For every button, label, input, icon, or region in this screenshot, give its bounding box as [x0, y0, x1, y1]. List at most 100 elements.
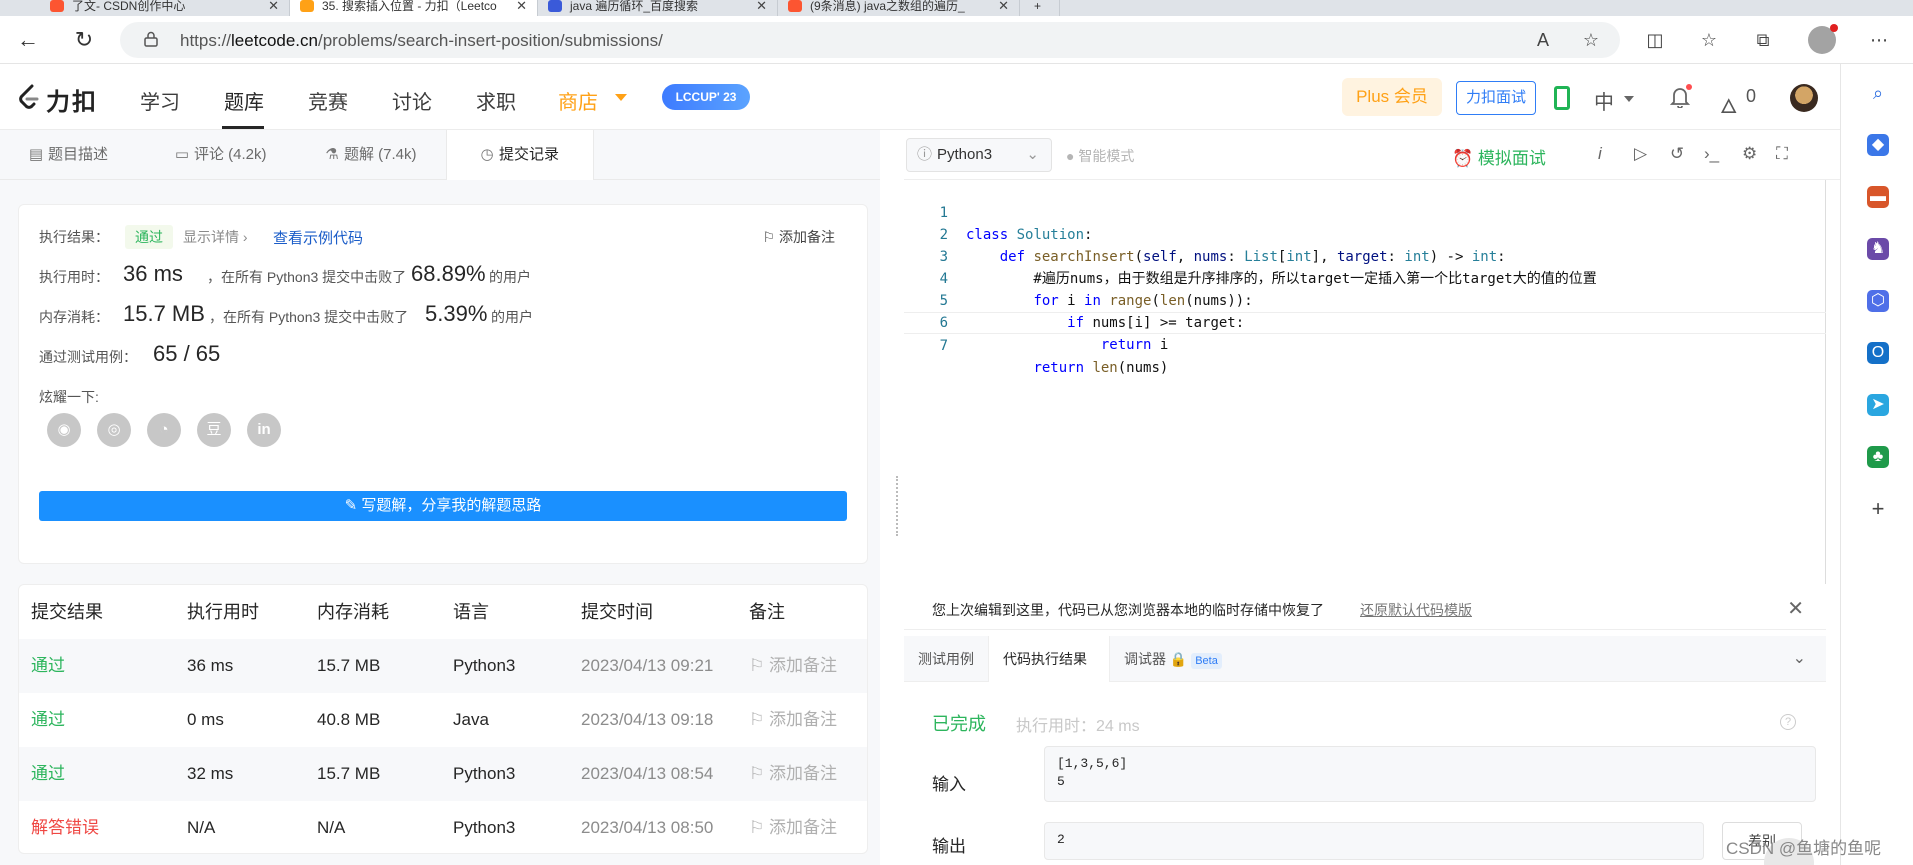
- language-switch[interactable]: 中: [1594, 86, 1614, 115]
- plus-member-button[interactable]: Plus 会员: [1342, 78, 1442, 116]
- row-add-note[interactable]: ⚐ 添加备注: [749, 639, 837, 693]
- tree-icon[interactable]: ♣: [1867, 446, 1889, 468]
- row-status[interactable]: 通过: [31, 747, 65, 801]
- shopping-tag-icon[interactable]: ◆: [1867, 134, 1889, 156]
- flag-icon: ⚐: [749, 818, 769, 837]
- restore-default-template-link[interactable]: 还原默认代码模版: [1360, 600, 1472, 620]
- close-tab-icon[interactable]: ✕: [998, 0, 1009, 14]
- row-add-note[interactable]: ⚐ 添加备注: [749, 693, 837, 747]
- code-text: return len(nums): [1033, 360, 1169, 376]
- view-sample-code-link[interactable]: 查看示例代码: [273, 227, 363, 248]
- send-icon[interactable]: ➤: [1867, 394, 1889, 416]
- code-line: 5 if nums[i] >= target:: [904, 268, 1826, 331]
- table-row[interactable]: 通过 36 ms 15.7 MB Python3 2023/04/13 09:2…: [19, 639, 867, 693]
- nav-discuss[interactable]: 讨论: [392, 86, 432, 115]
- split-screen-icon[interactable]: ◫: [1642, 27, 1668, 53]
- mobile-app-icon[interactable]: [1554, 86, 1570, 110]
- search-icon[interactable]: ⌕: [1867, 82, 1889, 104]
- browser-tab-2[interactable]: 35. 搜索插入位置 - 力扣（Leetco ✕: [290, 0, 538, 16]
- tab-testcase[interactable]: 测试用例: [918, 636, 974, 682]
- row-add-note[interactable]: ⚐ 添加备注: [749, 747, 837, 801]
- user-avatar[interactable]: [1790, 84, 1818, 112]
- more-menu-icon[interactable]: ⋯: [1866, 27, 1892, 53]
- row-memory: N/A: [317, 818, 346, 837]
- run-play-icon[interactable]: ▷: [1634, 144, 1647, 164]
- outlook-icon[interactable]: O: [1867, 342, 1889, 364]
- url-field[interactable]: https://leetcode.cn/problems/search-inse…: [120, 22, 1620, 58]
- terminal-icon[interactable]: ›_: [1704, 144, 1719, 164]
- input-label: 输入: [932, 775, 966, 794]
- address-bar-row: ← ↻ https://leetcode.cn/problems/search-…: [0, 16, 1913, 64]
- language-select[interactable]: ⓘ Python3 ⌄: [906, 138, 1052, 172]
- leetcode-interview-button[interactable]: 力扣面试: [1456, 81, 1536, 115]
- tab-comments[interactable]: ▭ 评论 (4.2k): [174, 130, 267, 180]
- nav-jobs[interactable]: 求职: [476, 86, 516, 115]
- memory-users: 的用户: [491, 309, 533, 325]
- row-add-note[interactable]: ⚐ 添加备注: [749, 801, 837, 853]
- info-italic-icon[interactable]: i: [1598, 144, 1602, 164]
- close-icon[interactable]: ✕: [1787, 596, 1804, 621]
- browser-tab-1[interactable]: 了文- CSDN创作中心 ✕: [40, 0, 290, 16]
- nav-contest[interactable]: 竞赛: [308, 86, 348, 115]
- chevron-down-icon[interactable]: [1624, 96, 1634, 102]
- settings-gear-icon[interactable]: ⚙: [1742, 144, 1757, 164]
- browser-tab-title: (9条消息) java之数组的遍历_: [810, 0, 965, 13]
- close-tab-icon[interactable]: ✕: [268, 0, 279, 14]
- row-status[interactable]: 通过: [31, 693, 65, 747]
- douban-icon[interactable]: 豆: [197, 413, 231, 447]
- wechat-icon[interactable]: ◉: [47, 413, 81, 447]
- site-logo-text[interactable]: 力扣: [46, 82, 98, 117]
- smart-mode-toggle[interactable]: ● 智能模式: [1066, 146, 1134, 166]
- tab-run-result[interactable]: 代码执行结果: [988, 636, 1110, 682]
- nav-learn[interactable]: 学习: [140, 86, 180, 115]
- reload-icon[interactable]: ↻: [70, 26, 98, 54]
- row-status[interactable]: 解答错误: [31, 801, 99, 853]
- qq-icon[interactable]: ◔: [147, 413, 181, 447]
- help-icon[interactable]: ?: [1780, 714, 1796, 730]
- read-aloud-icon[interactable]: A: [1530, 27, 1556, 53]
- row-status[interactable]: 通过: [31, 639, 65, 693]
- favorite-star-icon[interactable]: ☆: [1578, 27, 1604, 53]
- tools-briefcase-icon[interactable]: ▬: [1867, 186, 1889, 208]
- linkedin-icon[interactable]: in: [247, 413, 281, 447]
- profile-avatar[interactable]: [1808, 24, 1838, 54]
- browser-tab-4[interactable]: (9条消息) java之数组的遍历_ ✕: [778, 0, 1020, 16]
- fullscreen-icon[interactable]: ⛶: [1776, 144, 1788, 164]
- line-number: 7: [939, 338, 948, 354]
- table-row[interactable]: 通过 32 ms 15.7 MB Python3 2023/04/13 08:5…: [19, 747, 867, 801]
- close-tab-icon[interactable]: ✕: [516, 0, 527, 14]
- tab-submissions[interactable]: ◷ 提交记录: [446, 130, 594, 180]
- problem-tabs: ▤ 题目描述 ▭ 评论 (4.2k) ⚗ 题解 (7.4k) ◷ 提交记录: [0, 130, 880, 180]
- write-solution-button[interactable]: ✎ 写题解，分享我的解题思路: [39, 491, 847, 521]
- store-chevron-down-icon[interactable]: [615, 94, 627, 101]
- collections-icon[interactable]: ⧉: [1750, 27, 1776, 53]
- add-note-button[interactable]: ⚐ 添加备注: [763, 227, 835, 247]
- mock-interview-button[interactable]: ⏰ 模拟面试: [1452, 144, 1546, 169]
- back-arrow-icon[interactable]: ←: [14, 26, 42, 54]
- tab-debugger[interactable]: 调试器 🔒 Beta: [1124, 636, 1222, 682]
- reset-icon[interactable]: ↺: [1670, 144, 1684, 164]
- tab-solutions[interactable]: ⚗ 题解 (7.4k): [324, 130, 416, 180]
- table-row[interactable]: 解答错误 N/A N/A Python3 2023/04/13 08:50 ⚐ …: [19, 801, 867, 853]
- new-tab-button[interactable]: +: [1020, 0, 1060, 16]
- table-row[interactable]: 通过 0 ms 40.8 MB Java 2023/04/13 09:18 ⚐ …: [19, 693, 867, 747]
- streak-flame-icon[interactable]: 🜂: [1720, 84, 1737, 125]
- runtime-users: 的用户: [489, 269, 531, 285]
- close-tab-icon[interactable]: ✕: [756, 0, 767, 14]
- office-icon[interactable]: ⬡: [1867, 290, 1889, 312]
- plus-icon: +: [1034, 0, 1042, 13]
- leetcode-logo-icon[interactable]: [18, 84, 40, 110]
- nav-store[interactable]: 商店: [558, 86, 598, 115]
- chevron-down-icon[interactable]: ⌄: [1793, 648, 1806, 668]
- add-icon[interactable]: +: [1867, 498, 1889, 520]
- nav-problems[interactable]: 题库: [224, 86, 264, 115]
- panel-resize-handle[interactable]: [896, 476, 900, 536]
- lccup-badge[interactable]: LCCUP' 23: [662, 84, 750, 110]
- weibo-icon[interactable]: ◎: [97, 413, 131, 447]
- favorites-icon[interactable]: ☆: [1696, 27, 1722, 53]
- code-editor[interactable]: 1 class Solution: 2 def searchInsert(sel…: [904, 180, 1826, 584]
- browser-tab-3[interactable]: java 遍历循环_百度搜索 ✕: [538, 0, 778, 16]
- tab-description[interactable]: ▤ 题目描述: [28, 130, 108, 180]
- show-details-link[interactable]: 显示详情 ›: [183, 227, 248, 247]
- games-icon[interactable]: ♞: [1867, 238, 1889, 260]
